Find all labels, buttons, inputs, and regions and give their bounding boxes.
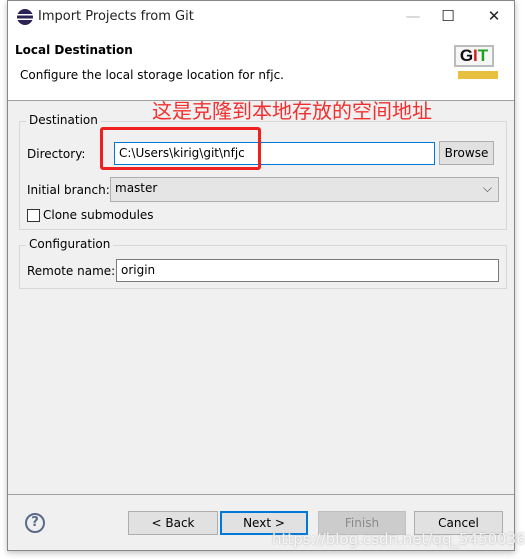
import-dialog: Import Projects from Git — ☐ ✕ Local Des…: [7, 0, 515, 551]
watermark: https://blog.csdn.net/qq_54500361: [272, 530, 525, 548]
branch-value: master: [115, 181, 158, 195]
annotation-highlight-box: [100, 127, 261, 170]
close-button[interactable]: ✕: [479, 7, 509, 25]
footer-divider: [8, 494, 514, 495]
clone-submodules-label[interactable]: Clone submodules: [43, 208, 154, 222]
annotation-text: 这是克隆到本地存放的空间地址: [152, 99, 432, 123]
browse-button[interactable]: Browse: [439, 141, 494, 165]
page-title: Local Destination: [15, 43, 133, 57]
maximize-button[interactable]: ☐: [433, 7, 463, 25]
title-bar: Import Projects from Git — ☐ ✕: [8, 1, 514, 33]
destination-group-label: Destination: [26, 113, 101, 127]
remote-name-label: Remote name:: [27, 264, 116, 278]
chevron-down-icon: ⌵: [482, 181, 492, 195]
configuration-group-label: Configuration: [26, 237, 114, 251]
branch-label: Initial branch:: [27, 183, 110, 197]
window-title: Import Projects from Git: [38, 9, 194, 24]
branch-select[interactable]: master ⌵: [110, 177, 499, 202]
help-icon[interactable]: ?: [25, 513, 45, 533]
git-logo-icon: GIT: [454, 45, 494, 67]
minimize-button[interactable]: —: [398, 7, 428, 25]
back-button[interactable]: < Back: [128, 511, 218, 535]
wizard-header: Local Destination Configure the local st…: [8, 33, 514, 101]
eclipse-icon: [17, 9, 33, 25]
clone-submodules-checkbox[interactable]: [27, 209, 40, 222]
pipe-graphic: [458, 71, 498, 79]
remote-name-input[interactable]: origin: [116, 259, 499, 282]
page-description: Configure the local storage location for…: [20, 68, 284, 82]
directory-label: Directory:: [27, 147, 86, 161]
